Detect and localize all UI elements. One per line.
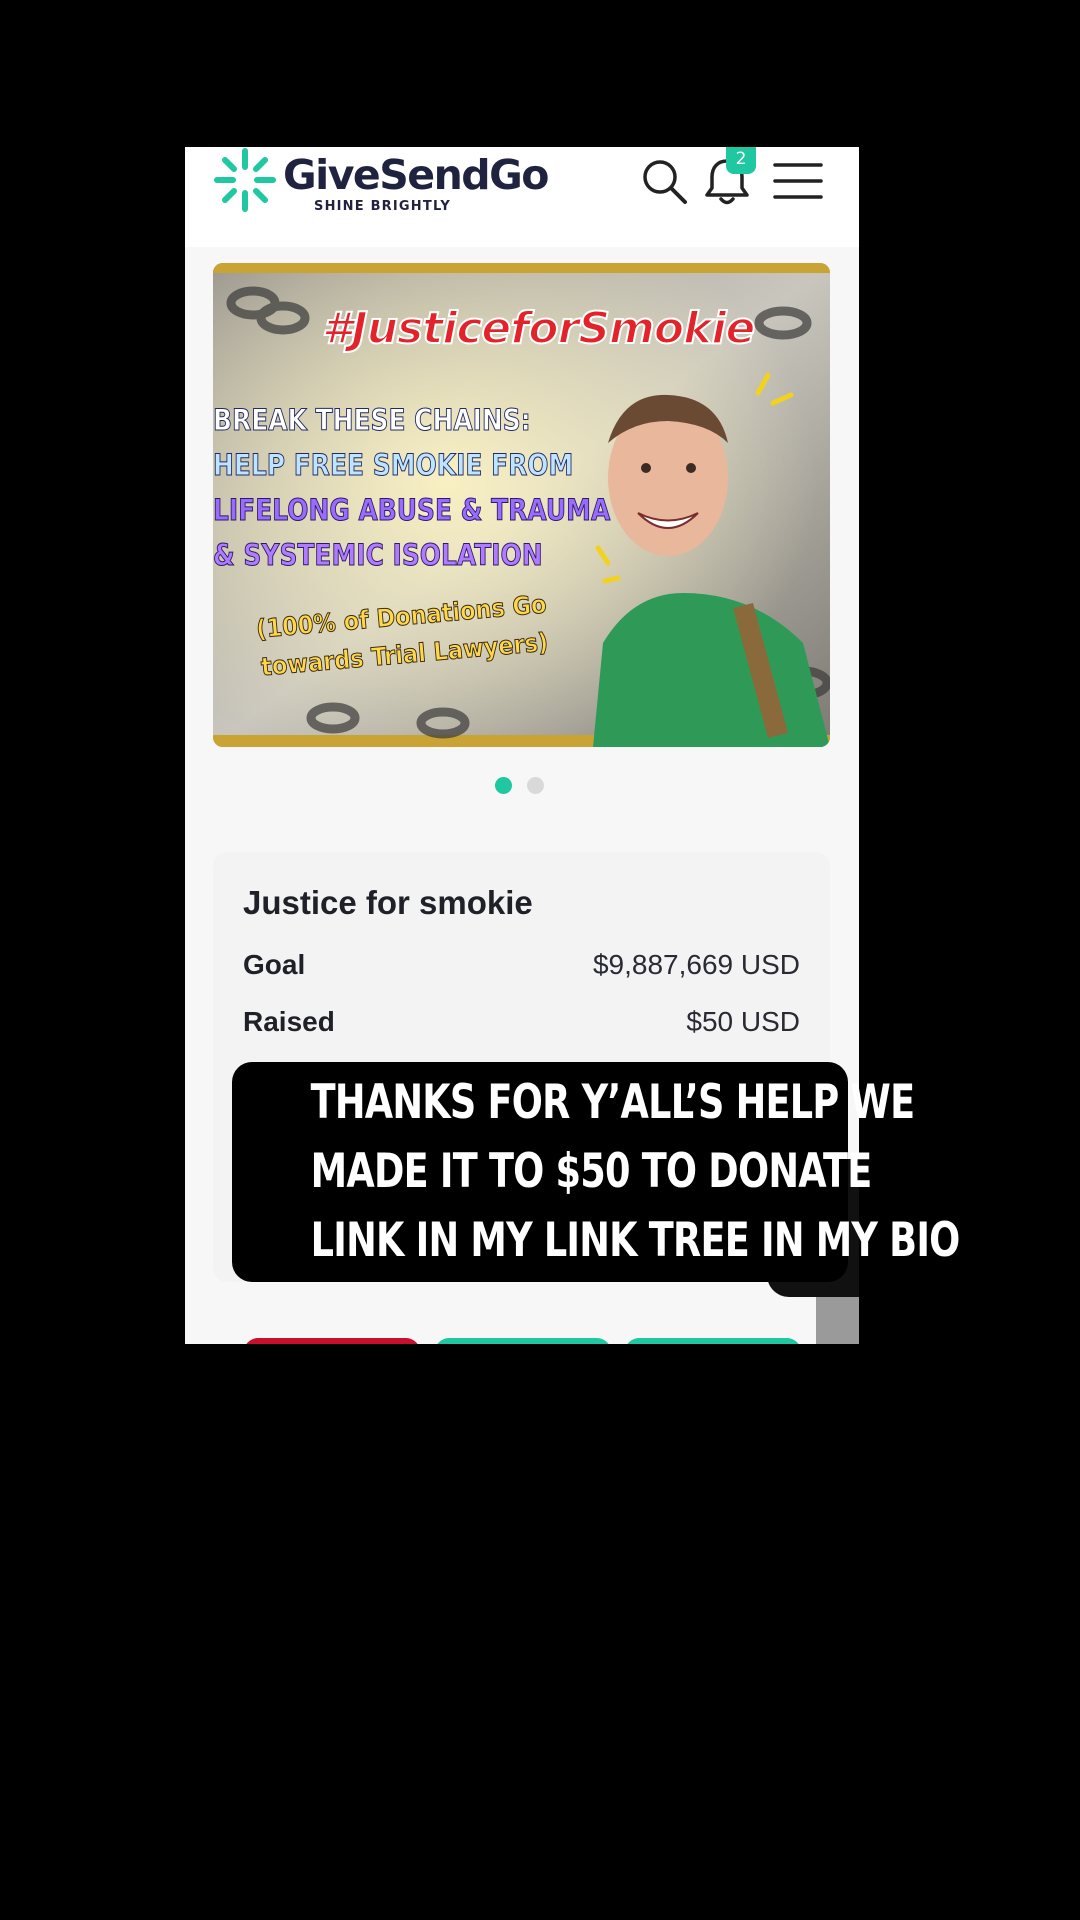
- sunburst-logo-icon: [214, 148, 276, 212]
- search-icon[interactable]: [640, 157, 690, 207]
- caption-line-2: made it to $50 to donate: [310, 1144, 873, 1199]
- carousel-dot[interactable]: [527, 777, 544, 794]
- notification-badge: 2: [726, 147, 756, 174]
- pray-button[interactable]: [435, 1338, 611, 1344]
- brand-tagline: SHINE BRIGHTLY: [314, 199, 452, 214]
- raised-label: Raised: [243, 1006, 335, 1037]
- give-button[interactable]: [625, 1338, 801, 1344]
- caption-line-1: Thanks for y’all’s help we: [310, 1075, 915, 1130]
- hero-hashtag: #JusticeforSmokie: [321, 302, 757, 355]
- hero-headline-line-2: HELP FREE SMOKIE FROM: [213, 448, 574, 483]
- hero-headline-line-1: BREAK THESE CHAINS:: [213, 403, 531, 438]
- hero-headline-line-3: LIFELONG ABUSE & TRAUMA: [213, 493, 611, 528]
- site-header: GiveSendGo SHINE BRIGHTLY 2: [185, 147, 859, 247]
- goal-label: Goal: [243, 949, 306, 980]
- hero-headline: BREAK THESE CHAINS: HELP FREE SMOKIE FRO…: [213, 398, 611, 578]
- goal-value: $9,887,669 USD: [592, 949, 800, 980]
- brand-logo[interactable]: GiveSendGo SHINE BRIGHTLY: [213, 147, 549, 217]
- carousel-dot-active[interactable]: [495, 777, 512, 794]
- share-button[interactable]: [244, 1338, 420, 1344]
- video-caption-overlay: Thanks for y’all’s help we made it to $5…: [232, 1062, 961, 1282]
- hamburger-menu-icon[interactable]: [772, 161, 824, 201]
- side-scroll-tab[interactable]: [816, 1297, 859, 1344]
- brand-name: GiveSendGo: [283, 151, 549, 199]
- raised-value: $50 USD: [686, 1006, 800, 1037]
- hero-headline-line-4: & SYSTEMIC ISOLATION: [213, 538, 543, 573]
- campaign-title: Justice for smokie: [243, 884, 533, 921]
- campaign-image-carousel[interactable]: #JusticeforSmokie BREAK THESE CHAINS: HE…: [213, 263, 830, 747]
- caption-line-3: link in my link tree in my bio: [310, 1213, 961, 1268]
